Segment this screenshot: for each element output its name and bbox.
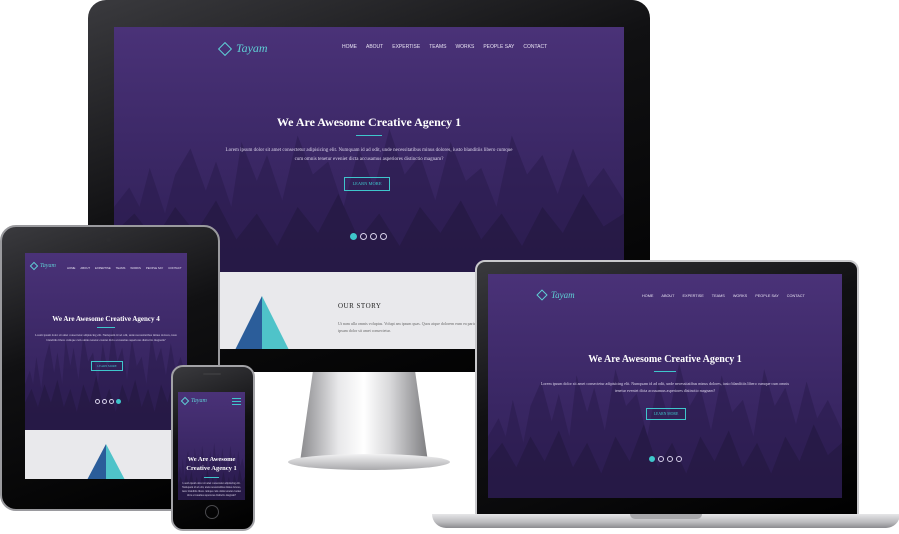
tablet-screen: Tayam Home About Expertise Teams Works P… bbox=[25, 253, 187, 479]
headline-divider bbox=[356, 135, 382, 136]
laptop-screen: Tayam Home About Expertise Teams Works P… bbox=[488, 274, 842, 498]
hero-headline: We Are Awesome Creative Agency 1 bbox=[588, 354, 742, 365]
slider-dot-1[interactable] bbox=[350, 233, 357, 240]
hero-section: Tayam Home About Expertise Teams Works P… bbox=[25, 253, 187, 430]
slider-dot-3[interactable] bbox=[667, 456, 673, 462]
hero-section: Tayam Home About Expertise Teams Works P… bbox=[488, 274, 842, 498]
pyramid-illustration bbox=[235, 296, 289, 349]
slider-dot-3[interactable] bbox=[370, 233, 377, 240]
slider-dot-4[interactable] bbox=[380, 233, 387, 240]
brand-name: Tayam bbox=[191, 398, 207, 404]
tablet-camera bbox=[106, 237, 111, 242]
hero-section: Tayam We Are Awesome Creative Agency 1 L… bbox=[178, 392, 245, 500]
nav-about[interactable]: About bbox=[661, 294, 674, 298]
pyramid-illustration bbox=[87, 444, 125, 479]
learn-more-button[interactable]: Learn More bbox=[91, 361, 123, 371]
story-text: Ut nam ulla omnis voluptas. Volupt am ip… bbox=[338, 321, 493, 333]
hero-lead: Lorem ipsum dolor sit amet consectetur a… bbox=[540, 381, 790, 393]
logo-icon bbox=[217, 41, 233, 56]
nav-teams[interactable]: Teams bbox=[429, 44, 446, 50]
hero-headline-line-2: Creative Agency 1 bbox=[186, 465, 237, 472]
nav-contact[interactable]: Contact bbox=[168, 266, 181, 270]
slider-dot-3[interactable] bbox=[109, 399, 114, 404]
main-nav: Home About Expertise Teams Works People … bbox=[67, 266, 182, 270]
phone-speaker bbox=[203, 373, 221, 375]
headline-divider bbox=[654, 371, 676, 372]
site-logo[interactable]: Tayam bbox=[536, 289, 575, 301]
hero-lead: Lorem ipsum dolor sit amet consectetur a… bbox=[34, 333, 178, 342]
laptop-notch bbox=[630, 514, 702, 519]
slider-dot-4[interactable] bbox=[676, 456, 682, 462]
main-nav: Home About Expertise Teams Works People … bbox=[342, 44, 547, 50]
nav-works[interactable]: Works bbox=[455, 44, 474, 50]
nav-home[interactable]: Home bbox=[342, 44, 357, 50]
story-title: Our Story bbox=[338, 302, 382, 310]
hero-lead: Lorem ipsum dolor sit amet consectetur a… bbox=[225, 148, 513, 162]
nav-home[interactable]: Home bbox=[67, 266, 75, 270]
nav-about[interactable]: About bbox=[366, 44, 383, 50]
logo-icon bbox=[536, 289, 548, 301]
slider-dot-1[interactable] bbox=[95, 399, 100, 404]
nav-expertise[interactable]: Expertise bbox=[95, 266, 111, 270]
story-section bbox=[25, 430, 187, 479]
phone-home-button[interactable] bbox=[205, 505, 219, 519]
hero-headline: We Are Awesome Creative Agency 1 bbox=[276, 115, 462, 129]
main-nav: Home About Expertise Teams Works People … bbox=[642, 294, 805, 298]
nav-expertise[interactable]: Expertise bbox=[392, 44, 420, 50]
hero-headline: We Are Awesome Creative Agency 4 bbox=[52, 315, 160, 323]
nav-home[interactable]: Home bbox=[642, 294, 653, 298]
logo-icon bbox=[29, 261, 39, 271]
nav-people-say[interactable]: People Say bbox=[755, 294, 779, 298]
slider-dot-4[interactable] bbox=[116, 399, 121, 404]
learn-more-button[interactable]: Learn More bbox=[344, 177, 390, 191]
slider-dot-1[interactable] bbox=[649, 456, 655, 462]
slider-dot-2[interactable] bbox=[102, 399, 107, 404]
nav-teams[interactable]: Teams bbox=[712, 294, 725, 298]
learn-more-button[interactable]: Learn More bbox=[646, 408, 686, 420]
hamburger-menu-icon[interactable] bbox=[232, 398, 241, 405]
nav-contact[interactable]: Contact bbox=[787, 294, 805, 298]
nav-people-say[interactable]: People Say bbox=[146, 266, 163, 270]
slider-dots bbox=[649, 456, 682, 462]
nav-teams[interactable]: Teams bbox=[116, 266, 126, 270]
slider-dot-2[interactable] bbox=[360, 233, 367, 240]
phone-screen: Tayam We Are Awesome Creative Agency 1 L… bbox=[178, 392, 245, 500]
site-logo[interactable]: Tayam bbox=[217, 41, 268, 56]
nav-works[interactable]: Works bbox=[130, 266, 141, 270]
nav-contact[interactable]: Contact bbox=[523, 44, 547, 50]
headline-divider bbox=[204, 477, 219, 478]
slider-dots bbox=[95, 399, 121, 404]
logo-icon bbox=[180, 396, 190, 406]
nav-expertise[interactable]: Expertise bbox=[683, 294, 704, 298]
headline-divider bbox=[97, 327, 115, 328]
monitor-stand bbox=[300, 372, 428, 462]
hero-lead: Lorem ipsum dolor sit amet consectetur a… bbox=[182, 482, 241, 497]
hero-headline-line-1: We Are Awesome bbox=[187, 456, 236, 463]
slider-dots bbox=[350, 233, 387, 240]
brand-name: Tayam bbox=[551, 290, 575, 300]
slider-dot-2[interactable] bbox=[658, 456, 664, 462]
site-logo[interactable]: Tayam bbox=[180, 396, 207, 406]
brand-name: Tayam bbox=[40, 263, 56, 269]
nav-works[interactable]: Works bbox=[733, 294, 747, 298]
monitor-base bbox=[288, 454, 450, 470]
nav-people-say[interactable]: People Say bbox=[483, 44, 514, 50]
brand-name: Tayam bbox=[236, 41, 268, 55]
site-logo[interactable]: Tayam bbox=[29, 261, 56, 271]
nav-about[interactable]: About bbox=[80, 266, 90, 270]
